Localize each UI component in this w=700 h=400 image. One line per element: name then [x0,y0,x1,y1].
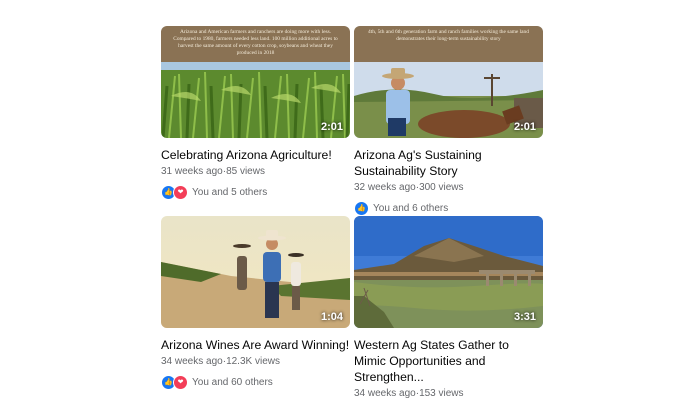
video-meta: 32 weeks ago·300 views [354,181,543,194]
video-views: 85 views [226,166,265,177]
video-duration: 3:31 [513,311,536,323]
video-title[interactable]: Arizona Ag's Sustaining Sustainability S… [354,147,543,179]
video-meta: 31 weeks ago·85 views [161,165,350,178]
reactions-text: You and 5 others [192,186,268,198]
video-card[interactable]: Arizona and American farmers and rancher… [161,26,350,200]
video-duration: 2:01 [513,121,536,133]
reactions-summary[interactable]: 👍 ❤ You and 5 others [161,184,350,200]
love-icon: ❤ [173,374,188,390]
like-icon: 👍 [354,200,369,216]
video-meta: 34 weeks ago·153 views [354,387,543,400]
video-views: 153 views [419,388,464,399]
reactions-summary[interactable]: 👍 You and 6 others [354,200,543,216]
video-title[interactable]: Arizona Wines Are Award Winning! [161,337,350,353]
video-banner-text: 4th, 5th and 6th generation farm and ran… [354,26,543,62]
video-thumbnail[interactable]: 3:31 [354,216,543,328]
video-duration: 1:04 [320,311,343,323]
video-meta: 34 weeks ago·12.3K views [161,355,350,368]
video-thumbnail[interactable]: Arizona and American farmers and rancher… [161,26,350,138]
video-card[interactable]: 1:04 Arizona Wines Are Award Winning! 34… [161,216,350,390]
video-age: 34 weeks ago [354,388,416,399]
video-duration: 2:01 [320,121,343,133]
video-thumbnail[interactable]: 4th, 5th and 6th generation farm and ran… [354,26,543,138]
video-age: 31 weeks ago [161,166,223,177]
video-age: 32 weeks ago [354,182,416,193]
reactions-summary[interactable]: 👍 ❤ You and 60 others [161,374,350,390]
love-icon: ❤ [173,184,188,200]
video-title[interactable]: Western Ag States Gather to Mimic Opport… [354,337,543,385]
video-card[interactable]: 3:31 Western Ag States Gather to Mimic O… [354,216,543,400]
reactions-text: You and 60 others [192,376,273,388]
video-views: 300 views [419,182,464,193]
video-thumbnail[interactable]: 1:04 [161,216,350,328]
video-card[interactable]: 4th, 5th and 6th generation farm and ran… [354,26,543,216]
video-age: 34 weeks ago [161,356,223,367]
reactions-text: You and 6 others [373,202,449,214]
video-views: 12.3K views [226,356,280,367]
video-banner-text: Arizona and American farmers and rancher… [161,26,350,62]
video-title[interactable]: Celebrating Arizona Agriculture! [161,147,350,163]
